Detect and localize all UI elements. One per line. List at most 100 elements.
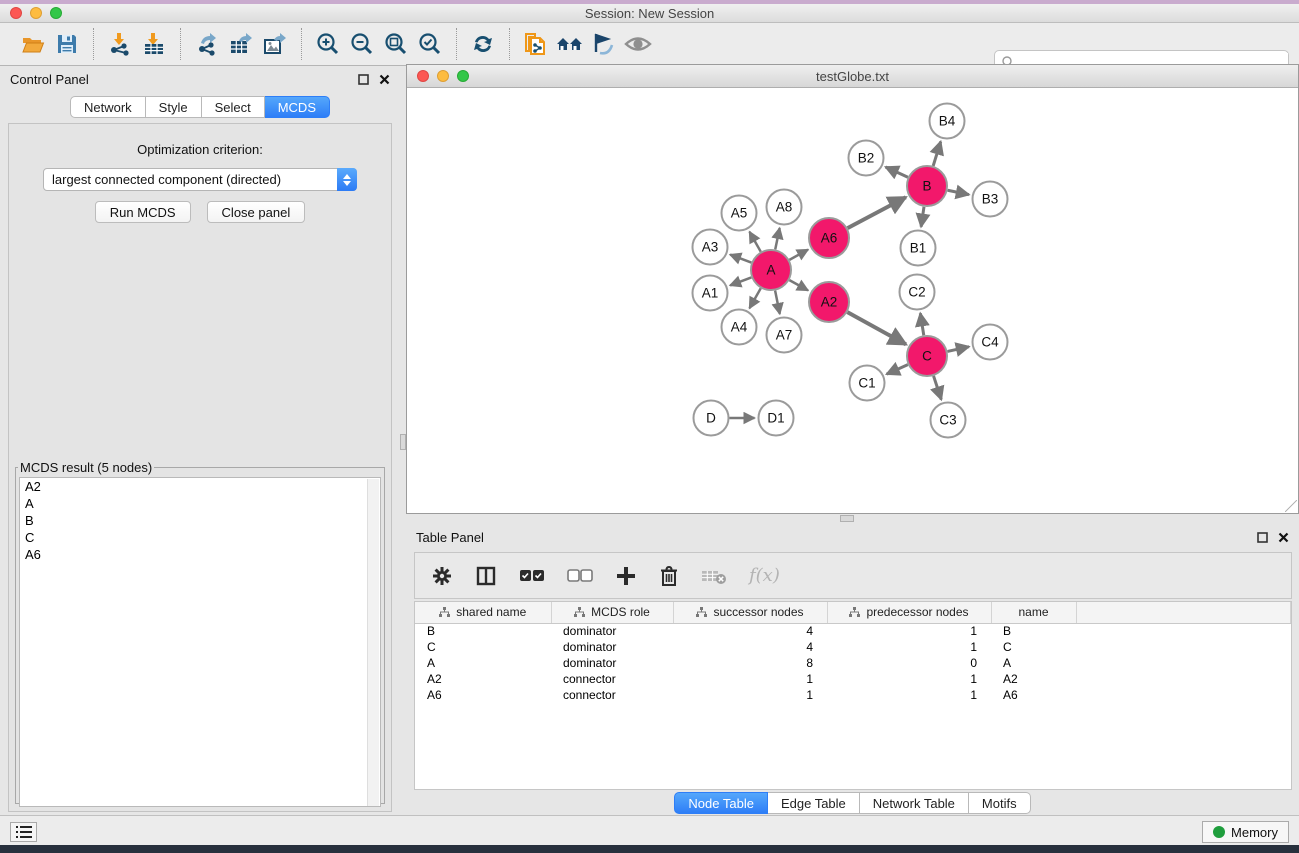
zoom-fit-button[interactable] bbox=[379, 27, 413, 61]
table-header-row[interactable]: shared nameMCDS rolesuccessor nodesprede… bbox=[415, 602, 1291, 623]
tab-node-table[interactable]: Node Table bbox=[674, 792, 768, 814]
tab-network-table[interactable]: Network Table bbox=[860, 792, 969, 814]
tab-style[interactable]: Style bbox=[146, 96, 202, 118]
double-home-icon bbox=[555, 31, 585, 57]
new-network-from-selection-button[interactable] bbox=[519, 27, 553, 61]
memory-button[interactable]: Memory bbox=[1202, 821, 1289, 843]
mcds-result-item[interactable]: B bbox=[20, 512, 380, 529]
table-row[interactable]: Cdominator41C bbox=[415, 639, 1291, 655]
table-row[interactable]: A2connector11A2 bbox=[415, 671, 1291, 687]
column-header-predecessor-nodes[interactable]: predecessor nodes bbox=[827, 602, 991, 623]
close-panel-icon[interactable] bbox=[1278, 532, 1289, 543]
float-panel-icon[interactable] bbox=[358, 74, 369, 85]
graph-node-label: C3 bbox=[939, 413, 956, 428]
table-cell: 1 bbox=[673, 671, 827, 687]
graph-edge-B-B2[interactable] bbox=[886, 167, 908, 177]
table-cell: A2 bbox=[991, 671, 1076, 687]
column-header-successor-nodes[interactable]: successor nodes bbox=[673, 602, 827, 623]
duplicate-network-document-icon bbox=[522, 30, 550, 58]
graph-edge-B-B4[interactable] bbox=[933, 142, 941, 166]
graph-edge-A-A3[interactable] bbox=[730, 255, 751, 263]
save-session-button[interactable] bbox=[50, 27, 84, 61]
optimization-criterion-select[interactable]: largest connected component (directed) bbox=[43, 168, 357, 191]
graph-edge-A-A2[interactable] bbox=[789, 280, 808, 290]
import-network-button[interactable] bbox=[103, 27, 137, 61]
network-canvas[interactable]: B4B2BB3A5A8A6B1A3AA1A2C2A4A7CC4C1C3DD1 bbox=[407, 89, 1298, 513]
graph-edge-B-B1[interactable] bbox=[921, 207, 924, 227]
main-toolbar bbox=[0, 23, 1299, 66]
column-header-MCDS-role[interactable]: MCDS role bbox=[551, 602, 673, 623]
graph-edge-A-A6[interactable] bbox=[789, 250, 808, 260]
import-table-icon bbox=[141, 31, 167, 57]
window-resize-grip[interactable] bbox=[1285, 500, 1297, 512]
graph-edge-C-C2[interactable] bbox=[920, 313, 923, 335]
export-image-button[interactable] bbox=[258, 27, 292, 61]
zoom-selected-button[interactable] bbox=[413, 27, 447, 61]
show-hidden-button[interactable] bbox=[621, 27, 655, 61]
tab-mcds[interactable]: MCDS bbox=[265, 96, 330, 118]
graph-edge-A-A7[interactable] bbox=[775, 291, 780, 314]
table-panel-tabbar: Node TableEdge TableNetwork TableMotifs bbox=[406, 792, 1299, 814]
delete-table-icon[interactable] bbox=[701, 567, 727, 585]
mcds-result-item[interactable]: A6 bbox=[20, 546, 380, 563]
graph-edge-C-C1[interactable] bbox=[887, 365, 908, 375]
table-row[interactable]: A6connector11A6 bbox=[415, 687, 1291, 703]
tab-network[interactable]: Network bbox=[70, 96, 146, 118]
graph-edge-A-A1[interactable] bbox=[730, 277, 751, 285]
graph-edge-B-B3[interactable] bbox=[948, 190, 969, 194]
graph-node-label: A3 bbox=[702, 240, 719, 255]
table-cell: B bbox=[415, 623, 551, 639]
table-cell: 1 bbox=[827, 639, 991, 655]
graph-edge-A-A8[interactable] bbox=[775, 228, 779, 249]
mcds-result-item[interactable]: A2 bbox=[20, 478, 380, 495]
import-table-button[interactable] bbox=[137, 27, 171, 61]
create-column-plus-icon[interactable] bbox=[615, 565, 637, 587]
mcds-result-item[interactable]: C bbox=[20, 529, 380, 546]
column-header-name[interactable]: name bbox=[991, 602, 1076, 623]
close-panel-icon[interactable] bbox=[379, 74, 390, 85]
horizontal-splitter-handle[interactable] bbox=[840, 515, 854, 522]
tab-edge-table[interactable]: Edge Table bbox=[768, 792, 860, 814]
zoom-out-button[interactable] bbox=[345, 27, 379, 61]
run-mcds-button[interactable]: Run MCDS bbox=[95, 201, 191, 223]
table-row[interactable]: Bdominator41B bbox=[415, 623, 1291, 639]
show-all-networks-button[interactable] bbox=[553, 27, 587, 61]
export-network-button[interactable] bbox=[190, 27, 224, 61]
zoom-in-button[interactable] bbox=[311, 27, 345, 61]
zoom-selected-icon bbox=[417, 31, 443, 57]
table-cell: A2 bbox=[415, 671, 551, 687]
select-all-icon[interactable] bbox=[519, 569, 545, 583]
table-cell: connector bbox=[551, 671, 673, 687]
horizontal-splitter[interactable] bbox=[406, 514, 1299, 524]
graph-edge-A-A4[interactable] bbox=[750, 288, 761, 308]
table-row[interactable]: Adominator80A bbox=[415, 655, 1291, 671]
show-columns-icon[interactable] bbox=[475, 565, 497, 587]
function-builder-icon[interactable]: f(x) bbox=[749, 565, 780, 586]
graph-edge-A6-B[interactable] bbox=[848, 197, 906, 228]
graph-edge-A-A5[interactable] bbox=[750, 232, 761, 252]
node-table[interactable]: shared nameMCDS rolesuccessor nodesprede… bbox=[414, 601, 1292, 790]
network-window-titlebar[interactable]: testGlobe.txt bbox=[407, 65, 1298, 88]
graph-node-label: B bbox=[922, 179, 931, 194]
column-header-shared-name[interactable]: shared name bbox=[415, 602, 551, 623]
delete-columns-trash-icon[interactable] bbox=[659, 565, 679, 587]
task-history-button[interactable] bbox=[10, 822, 37, 842]
mcds-result-item[interactable]: A bbox=[20, 495, 380, 512]
graph-edge-A2-C[interactable] bbox=[847, 312, 906, 344]
memory-status-icon bbox=[1213, 826, 1225, 838]
close-panel-button[interactable]: Close panel bbox=[207, 201, 306, 223]
graph-edge-C-C3[interactable] bbox=[934, 376, 942, 400]
network-window-title: testGlobe.txt bbox=[407, 69, 1298, 84]
hide-flagged-button[interactable] bbox=[587, 27, 621, 61]
table-cell: 1 bbox=[827, 623, 991, 639]
table-settings-gear-icon[interactable] bbox=[431, 565, 453, 587]
refresh-layout-button[interactable] bbox=[466, 27, 500, 61]
unselect-all-icon[interactable] bbox=[567, 569, 593, 583]
export-table-button[interactable] bbox=[224, 27, 258, 61]
open-session-button[interactable] bbox=[16, 27, 50, 61]
result-list-scrollbar[interactable] bbox=[367, 479, 379, 807]
tab-select[interactable]: Select bbox=[202, 96, 265, 118]
tab-motifs[interactable]: Motifs bbox=[969, 792, 1031, 814]
graph-edge-C-C4[interactable] bbox=[947, 347, 969, 352]
float-panel-icon[interactable] bbox=[1257, 532, 1268, 543]
